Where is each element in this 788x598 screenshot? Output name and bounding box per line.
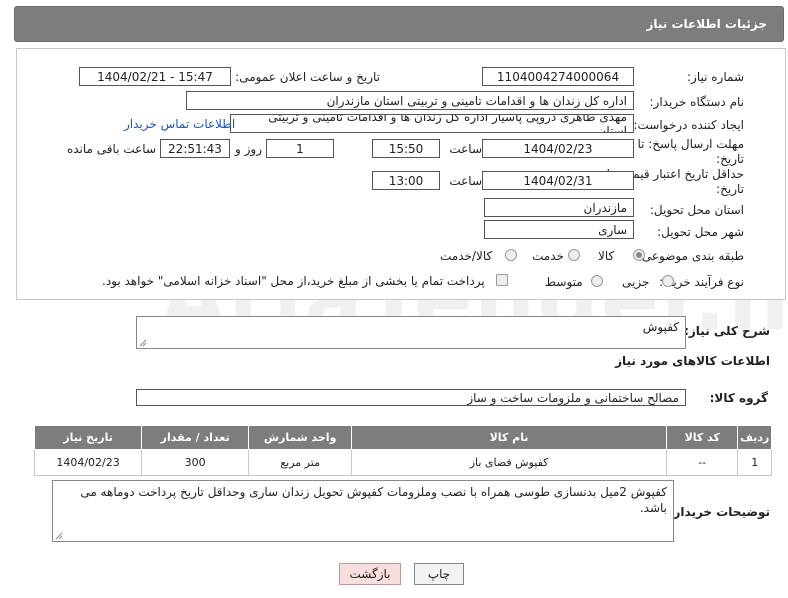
reply-time-label: ساعت xyxy=(449,142,482,156)
price-time-label: ساعت xyxy=(449,174,482,188)
province-field[interactable]: مازندران xyxy=(484,198,634,217)
category-option-goods: کالا xyxy=(598,249,615,263)
summary-field[interactable]: کفپوش xyxy=(136,316,686,349)
back-button[interactable]: بازگشت xyxy=(339,563,401,585)
cell-unit: متر مربع xyxy=(248,449,353,476)
purchase-radio-partial[interactable] xyxy=(662,275,674,287)
treasury-checkbox[interactable] xyxy=(496,274,508,286)
category-label: طبقه بندی موضوعی: xyxy=(637,249,744,263)
buyer-contact-link[interactable]: اطلاعات تماس خریدار xyxy=(124,117,235,131)
category-option-both: کالا/خدمت xyxy=(440,249,493,263)
goods-group-field[interactable]: مصالح ساختمانی و ملزومات ساخت و ساز xyxy=(136,389,686,406)
col-date: تاریخ نیاز xyxy=(33,425,143,450)
items-table: ردیف کد کالا نام کالا واحد شمارش تعداد /… xyxy=(33,425,772,476)
col-qty: تعداد / مقدار xyxy=(141,425,250,450)
buyer-org-field[interactable]: اداره کل زندان ها و اقدامات تامینی و ترب… xyxy=(186,91,634,110)
province-label: استان محل تحویل: xyxy=(649,203,744,217)
city-field[interactable]: ساری xyxy=(484,220,634,239)
category-option-service: خدمت xyxy=(532,249,564,263)
category-radio-goods[interactable] xyxy=(633,249,645,261)
col-unit: واحد شمارش xyxy=(248,425,353,450)
buyer-notes-label: توضیحات خریدار: xyxy=(668,505,770,519)
price-time-field[interactable]: 13:00 xyxy=(372,171,440,190)
purchase-note: پرداخت تمام یا بخشی از مبلغ خرید،از محل … xyxy=(102,274,485,288)
buyer-org-label: نام دستگاه خریدار: xyxy=(649,95,745,109)
purchase-radio-medium[interactable] xyxy=(591,275,603,287)
announce-label: تاریخ و ساعت اعلان عمومی: xyxy=(235,70,380,84)
summary-label: شرح کلی نیاز: xyxy=(684,324,770,338)
buyer-notes-field[interactable]: کفپوش 2میل بدنسازی طوسی همراه با نصب ومل… xyxy=(52,480,674,542)
purchase-option-medium: متوسط xyxy=(545,275,583,289)
need-number-label: شماره نیاز: xyxy=(687,70,744,84)
city-label: شهر محل تحویل: xyxy=(657,225,744,239)
header-bar: جزئیات اطلاعات نیاز xyxy=(14,6,784,42)
col-row: ردیف xyxy=(737,425,772,450)
announce-field[interactable]: 1404/02/21 - 15:47 xyxy=(79,67,231,86)
resize-grip-icon[interactable] xyxy=(139,339,147,347)
days-label: روز و xyxy=(235,142,262,156)
page-title: جزئیات اطلاعات نیاز xyxy=(646,17,767,31)
table-row[interactable]: 1 -- کفپوش فضای باز متر مربع 300 1404/02… xyxy=(33,449,772,476)
category-radio-both[interactable] xyxy=(505,249,517,261)
requester-label: ایجاد کننده درخواست: xyxy=(633,118,744,132)
items-table-header: ردیف کد کالا نام کالا واحد شمارش تعداد /… xyxy=(33,425,772,450)
summary-text: کفپوش xyxy=(642,320,679,334)
resize-grip-icon[interactable] xyxy=(55,532,63,540)
remaining-label: ساعت باقی مانده xyxy=(66,142,156,156)
goods-group-label: گروه کالا: xyxy=(709,391,768,405)
purchase-option-partial: جزیی xyxy=(622,275,650,289)
days-field[interactable]: 1 xyxy=(266,139,334,158)
col-code: کد کالا xyxy=(666,425,739,450)
print-button[interactable]: چاپ xyxy=(414,563,464,585)
buyer-notes-text: کفپوش 2میل بدنسازی طوسی همراه با نصب ومل… xyxy=(80,485,667,515)
requester-field[interactable]: مهدی طاهری دروپی پاسیار اداره کل زندان ه… xyxy=(230,114,634,133)
reply-time-field[interactable]: 15:50 xyxy=(372,139,440,158)
category-radio-service[interactable] xyxy=(568,249,580,261)
goods-info-title: اطلاعات کالاهای مورد نیاز xyxy=(615,354,770,368)
cell-row: 1 xyxy=(737,449,772,476)
remaining-time-field[interactable]: 22:51:43 xyxy=(160,139,230,158)
reply-deadline-label: مهلت ارسال پاسخ: تا تاریخ: xyxy=(637,137,744,166)
reply-date-field[interactable]: 1404/02/23 xyxy=(482,139,634,158)
col-name: نام کالا xyxy=(351,425,668,450)
cell-date: 1404/02/23 xyxy=(33,449,143,476)
cell-qty: 300 xyxy=(141,449,250,476)
cell-code: -- xyxy=(666,449,739,476)
need-number-field[interactable]: 1104004274000064 xyxy=(482,67,634,86)
price-date-field[interactable]: 1404/02/31 xyxy=(482,171,634,190)
cell-name: کفپوش فضای باز xyxy=(351,449,668,476)
